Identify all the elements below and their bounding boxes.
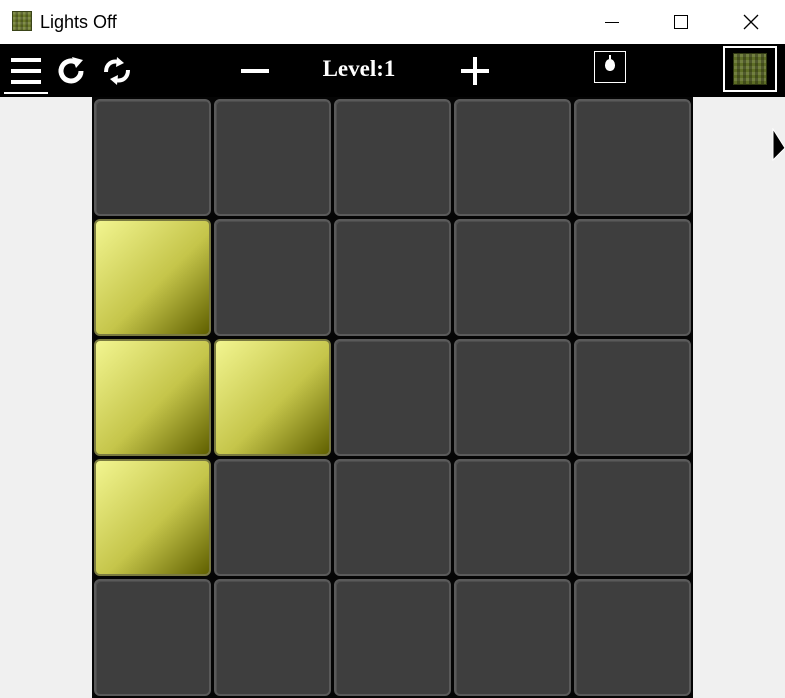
light-cell-r5-c5[interactable]	[574, 579, 691, 696]
plus-icon	[461, 57, 489, 85]
light-cell-r3-c3[interactable]	[334, 339, 451, 456]
maximize-icon	[674, 15, 688, 29]
light-cell-r4-c3[interactable]	[334, 459, 451, 576]
light-cell-r1-c2[interactable]	[214, 99, 331, 216]
restart-button[interactable]	[52, 52, 90, 90]
close-button[interactable]	[728, 0, 774, 44]
app-icon	[12, 11, 32, 31]
hamburger-menu-icon	[11, 58, 41, 84]
window-titlebar: Lights Off	[0, 0, 785, 44]
swap-button[interactable]	[98, 52, 136, 90]
light-cell-r5-c3[interactable]	[334, 579, 451, 696]
light-cell-r1-c5[interactable]	[574, 99, 691, 216]
light-cell-r4-c2[interactable]	[214, 459, 331, 576]
light-cell-r2-c3[interactable]	[334, 219, 451, 336]
light-cell-r3-c4[interactable]	[454, 339, 571, 456]
maximize-button[interactable]	[658, 0, 704, 44]
next-level-button[interactable]	[454, 50, 496, 92]
theme-swatch-icon	[733, 53, 767, 85]
light-cell-r1-c4[interactable]	[454, 99, 571, 216]
light-cell-r4-c1[interactable]	[94, 459, 211, 576]
minus-icon	[241, 69, 269, 73]
light-cell-r1-c1[interactable]	[94, 99, 211, 216]
light-cell-r5-c2[interactable]	[214, 579, 331, 696]
light-cell-r3-c5[interactable]	[574, 339, 691, 456]
light-cell-r3-c1[interactable]	[94, 339, 211, 456]
toolbar: Level:1	[0, 44, 785, 97]
window-title: Lights Off	[40, 12, 117, 32]
hint-button[interactable]	[594, 51, 626, 83]
light-cell-r4-c5[interactable]	[574, 459, 691, 576]
light-cell-r2-c1[interactable]	[94, 219, 211, 336]
game-board	[92, 97, 693, 698]
close-icon	[743, 14, 759, 30]
light-cell-r3-c2[interactable]	[214, 339, 331, 456]
light-cell-r1-c3[interactable]	[334, 99, 451, 216]
swap-arrows-icon	[104, 57, 130, 85]
light-cell-r2-c4[interactable]	[454, 219, 571, 336]
minimize-button[interactable]	[589, 0, 635, 44]
minimize-icon	[605, 21, 619, 23]
light-cell-r5-c1[interactable]	[94, 579, 211, 696]
menu-button[interactable]	[4, 50, 48, 94]
light-cell-r2-c2[interactable]	[214, 219, 331, 336]
light-cell-r5-c4[interactable]	[454, 579, 571, 696]
mouse-cursor-icon	[772, 128, 785, 162]
lightbulb-icon	[605, 55, 615, 71]
light-cell-r2-c5[interactable]	[574, 219, 691, 336]
light-cell-r4-c4[interactable]	[454, 459, 571, 576]
previous-level-button[interactable]	[234, 50, 276, 92]
theme-button[interactable]	[723, 46, 777, 92]
level-label: Level:1	[322, 56, 396, 81]
refresh-icon	[58, 57, 84, 84]
